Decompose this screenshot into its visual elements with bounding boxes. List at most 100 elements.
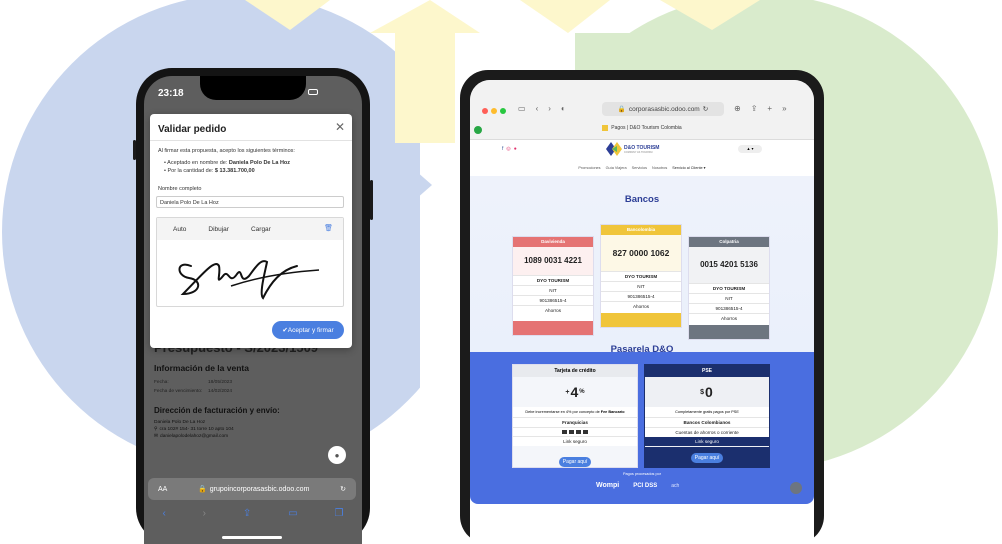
facebook-icon[interactable]: f bbox=[502, 146, 503, 152]
share-icon[interactable]: ⇪ bbox=[243, 508, 251, 519]
safari-toolbar: ‹ › ⇪ ▭ ❐ bbox=[144, 508, 362, 519]
account-type: Ahorros bbox=[601, 301, 681, 311]
close-window-icon[interactable] bbox=[482, 108, 488, 114]
bank-name: Bancolombia bbox=[601, 225, 681, 235]
maximize-icon[interactable] bbox=[500, 108, 506, 114]
bank-card-bancolombia: Bancolombia 827 0000 1062 DYO TOURISM NI… bbox=[600, 224, 682, 328]
card-footer bbox=[601, 313, 681, 327]
forward-icon[interactable]: › bbox=[548, 104, 551, 113]
phone-screen: 23:18 Presupuesto - S/2023/1509 Informac… bbox=[144, 76, 362, 544]
back-icon[interactable]: ‹ bbox=[536, 104, 539, 113]
accept-sign-button[interactable]: ✔ Aceptar y firmar bbox=[272, 321, 344, 339]
address-name: Daniela Polo De La Hoz bbox=[154, 420, 206, 425]
account-number: 827 0000 1062 bbox=[601, 235, 681, 271]
bank-card-colpatria: Colpatria 0015 4201 5136 DYO TOURISM NIT… bbox=[688, 236, 770, 340]
signature-drawing[interactable] bbox=[171, 246, 341, 302]
account-type: Ahorros bbox=[513, 305, 593, 315]
address-bar[interactable]: 🔒 corporasasbic.odoo.com ↻ bbox=[602, 102, 724, 116]
secure-link-label: Link seguro bbox=[645, 437, 769, 446]
sidebar-icon[interactable]: ▭ bbox=[518, 104, 526, 113]
tabs-icon[interactable]: ❐ bbox=[335, 508, 344, 519]
tab-overview-icon[interactable]: » bbox=[782, 104, 786, 113]
favicon bbox=[602, 125, 609, 131]
reader-button[interactable]: AA bbox=[158, 486, 167, 493]
account-number: 1089 0031 4221 bbox=[513, 247, 593, 275]
instagram-icon[interactable]: ◎ bbox=[506, 146, 510, 152]
gateway-name: Tarjeta de crédito bbox=[513, 365, 637, 377]
phone-device: 23:18 Presupuesto - S/2023/1509 Informac… bbox=[136, 68, 370, 544]
reload-icon[interactable]: ↻ bbox=[340, 485, 346, 493]
signature-tabs: Auto Dibujar Cargar bbox=[157, 218, 343, 240]
partner-logos: Wompi PCI DSS ach bbox=[596, 482, 679, 489]
pay-credit-button[interactable]: Pagar aquí bbox=[559, 457, 591, 467]
bookmarks-icon[interactable]: ▭ bbox=[288, 508, 297, 519]
safari-url-bar[interactable]: AA 🔒 grupoincorporasasbic.odoo.com ↻ bbox=[148, 478, 356, 500]
ach-logo: ach bbox=[671, 482, 680, 489]
shield-icon[interactable]: ◐ bbox=[561, 104, 566, 113]
card-icon bbox=[569, 430, 574, 434]
logo-mark-icon bbox=[606, 142, 622, 156]
tab-draw[interactable]: Dibujar bbox=[208, 226, 229, 233]
share-icon[interactable]: ⇪ bbox=[751, 104, 758, 113]
chat-button[interactable] bbox=[790, 482, 802, 494]
tablet-device: ▭ ‹ › ◐ 🔒 corporasasbic.odoo.com ↻ ⊕ ⇪ + »… bbox=[460, 70, 824, 544]
gateway-desc: Completamente gratis pagos por PSE bbox=[645, 407, 769, 417]
tab-upload[interactable]: Cargar bbox=[251, 226, 271, 233]
forward-icon[interactable]: › bbox=[203, 508, 206, 519]
tab-title: Pagos | D&O Tourism Colombia bbox=[611, 125, 682, 131]
back-icon[interactable]: ‹ bbox=[162, 508, 165, 519]
wompi-logo: Wompi bbox=[596, 482, 620, 489]
gateway-fee: $0 bbox=[700, 384, 713, 400]
account-type: Ahorros bbox=[689, 313, 769, 323]
location-icon: ⚲ bbox=[154, 427, 158, 432]
modal-title: Validar pedido bbox=[158, 124, 227, 135]
name-label: Nombre completo bbox=[158, 186, 202, 192]
modal-intro: Al firmar esta propuesta, acepto los sig… bbox=[158, 148, 295, 154]
window-controls bbox=[482, 108, 506, 114]
trash-icon[interactable]: 🗑 bbox=[324, 224, 333, 232]
nav-servicio-cliente[interactable]: Servicio al Cliente ▾ bbox=[672, 165, 705, 170]
card-footer bbox=[513, 321, 593, 335]
account-holder: DYO TOURISM bbox=[689, 283, 769, 293]
browser-actions: ⊕ ⇪ + » bbox=[734, 104, 787, 113]
gateway-desc: Debe incrementarse en 4% por concepto de… bbox=[513, 407, 637, 417]
tab-auto[interactable]: Auto bbox=[173, 226, 186, 233]
date-value: 18/05/2023 bbox=[208, 380, 233, 385]
section-address: Dirección de facturación y envío: bbox=[154, 406, 280, 415]
site-logo[interactable]: D&O TOURISM COMPANY AS TOURISM bbox=[606, 142, 659, 156]
download-icon[interactable]: ⊕ bbox=[734, 104, 741, 113]
phone-power-button bbox=[370, 180, 373, 220]
phone-volume-button bbox=[133, 140, 136, 160]
powered-by-label: Pagos procesados por bbox=[623, 472, 661, 476]
reload-icon[interactable]: ↻ bbox=[703, 105, 708, 113]
nav-nosotros[interactable]: Nosotros bbox=[652, 166, 667, 170]
nav-promociones[interactable]: Promociones bbox=[578, 166, 600, 170]
account-holder: DYO TOURISM bbox=[513, 275, 593, 285]
nav-controls: ▭ ‹ › ◐ bbox=[518, 104, 566, 113]
nit-value: 901386515-4 bbox=[689, 303, 769, 313]
bullet-accepted: • Aceptado en nombre de: Daniela Polo De… bbox=[164, 160, 291, 166]
nav-servicios[interactable]: Servicios bbox=[632, 166, 647, 170]
chat-button[interactable]: ● bbox=[328, 446, 346, 464]
pay-pse-button[interactable]: Pagar aquí bbox=[691, 453, 723, 463]
user-menu[interactable]: ▲ ▾ bbox=[738, 145, 762, 153]
close-icon[interactable]: ✕ bbox=[335, 120, 345, 134]
social-icon[interactable]: ● bbox=[514, 146, 517, 152]
mail-icon: ✉ bbox=[154, 434, 159, 439]
minimize-icon[interactable] bbox=[491, 108, 497, 114]
gateway-card-credit: Tarjeta de crédito +4% Debe incrementars… bbox=[512, 364, 638, 468]
nav-guia-viajera[interactable]: Guía Viajera bbox=[606, 166, 627, 170]
nit-label: NIT bbox=[601, 281, 681, 291]
name-input[interactable]: Daniela Polo De La Hoz bbox=[156, 196, 344, 208]
browser-tab[interactable]: Pagos | D&O Tourism Colombia bbox=[470, 125, 814, 131]
nit-value: 901386515-4 bbox=[601, 291, 681, 301]
expiry-value: 14/02/2024 bbox=[208, 389, 233, 394]
address-line: cra 102# 154- 31 torre 10 apto 104 bbox=[159, 427, 234, 432]
tablet-screen: ▭ ‹ › ◐ 🔒 corporasasbic.odoo.com ↻ ⊕ ⇪ + »… bbox=[470, 80, 814, 544]
new-tab-icon[interactable]: + bbox=[767, 104, 772, 113]
home-indicator bbox=[222, 536, 282, 539]
browser-chrome: ▭ ‹ › ◐ 🔒 corporasasbic.odoo.com ↻ ⊕ ⇪ + »… bbox=[470, 80, 814, 140]
account-types-label: Cuentas de ahorros o corriente bbox=[645, 427, 769, 437]
pci-logo: PCI DSS bbox=[633, 482, 658, 489]
chat-icon: ● bbox=[334, 450, 340, 460]
